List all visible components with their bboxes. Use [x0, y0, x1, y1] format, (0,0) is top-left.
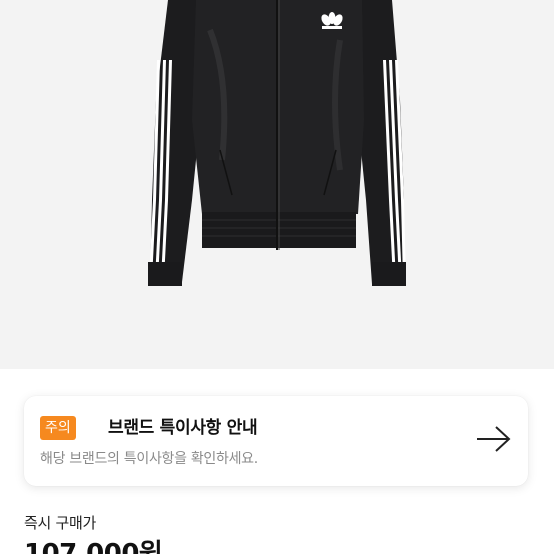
price-label: 즉시 구매가 [24, 514, 96, 532]
warning-badge: 주의 [40, 416, 76, 440]
product-image[interactable] [0, 0, 554, 369]
notice-title: 브랜드 특이사항 안내 [108, 418, 258, 438]
jacket-illustration [148, 0, 406, 286]
product-page: 주의 브랜드 특이사항 안내 해당 브랜드의 특이사항을 확인하세요. 즉시 구… [0, 0, 554, 554]
brand-notice-card[interactable]: 주의 브랜드 특이사항 안내 해당 브랜드의 특이사항을 확인하세요. [24, 396, 528, 486]
notice-description: 해당 브랜드의 특이사항을 확인하세요. [40, 451, 258, 467]
arrow-right-icon[interactable] [474, 424, 514, 454]
price-value: 107,000원 [24, 539, 163, 554]
